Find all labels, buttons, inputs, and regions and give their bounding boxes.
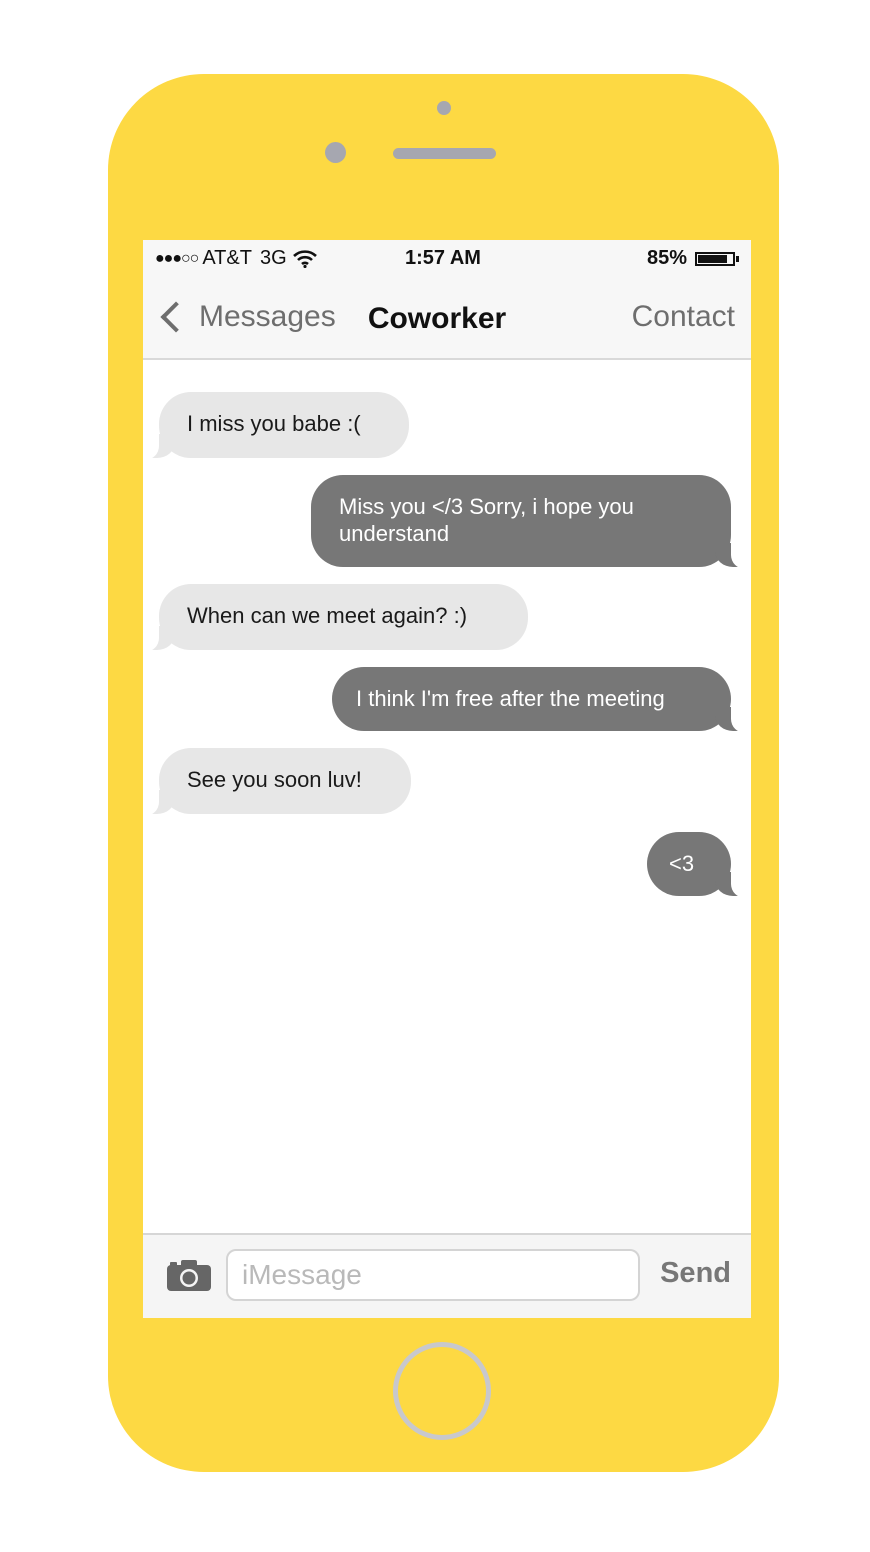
front-camera	[325, 142, 346, 163]
front-sensor	[437, 101, 451, 115]
message-bubble-sent: <3	[647, 832, 751, 898]
message-bubble-sent: Miss you </3 Sorry, i hope you understan…	[311, 475, 751, 569]
back-button-label: Messages	[199, 300, 336, 333]
battery-percent: 85%	[646, 247, 687, 269]
status-bar: ●●●○○ AT&T 3G 1:57 AM 85%	[143, 240, 751, 284]
carrier-name: AT&T	[202, 247, 252, 269]
message-bubble-received: When can we meet again? :)	[143, 584, 528, 652]
contact-button[interactable]: Contact	[632, 300, 735, 334]
network-type: 3G	[259, 247, 287, 269]
message-text: When can we meet again? :)	[187, 603, 468, 628]
message-bubble-sent: I think I'm free after the meeting	[332, 667, 751, 733]
home-button[interactable]	[393, 1342, 491, 1440]
phone-screen: ●●●○○ AT&T 3G 1:57 AM 85% Messages Cowor…	[143, 240, 751, 1318]
message-text: Miss you </3 Sorry, i hope you understan…	[339, 494, 634, 546]
message-bubble-received: I miss you babe :(	[143, 392, 409, 460]
clock: 1:57 AM	[405, 247, 481, 269]
back-button[interactable]: Messages	[157, 300, 336, 334]
message-text: I miss you babe :(	[187, 411, 361, 436]
message-bubble-received: See you soon luv!	[143, 748, 411, 816]
wifi-icon	[292, 249, 317, 268]
message-composer: Send	[143, 1233, 751, 1318]
battery-icon	[695, 251, 735, 266]
navigation-bar: Messages Coworker Contact	[143, 284, 751, 360]
battery-fill	[698, 254, 727, 263]
conversation-title: Coworker	[367, 302, 507, 335]
carrier-info: ●●●○○ AT&T 3G	[155, 247, 317, 270]
battery-status: 85%	[647, 247, 739, 270]
message-thread: I miss you babe :( Miss you </3 Sorry, i…	[143, 360, 751, 1233]
send-button[interactable]: Send	[660, 1257, 731, 1290]
imessage-input[interactable]	[226, 1249, 640, 1301]
signal-strength-icon: ●●●○○	[155, 249, 199, 267]
message-text: I think I'm free after the meeting	[356, 686, 665, 711]
message-text: <3	[669, 851, 695, 876]
battery-tip	[736, 255, 739, 262]
camera-icon[interactable]	[165, 1259, 213, 1293]
earpiece-speaker	[393, 148, 496, 159]
message-text: See you soon luv!	[187, 767, 362, 792]
chevron-left-icon	[160, 301, 192, 333]
